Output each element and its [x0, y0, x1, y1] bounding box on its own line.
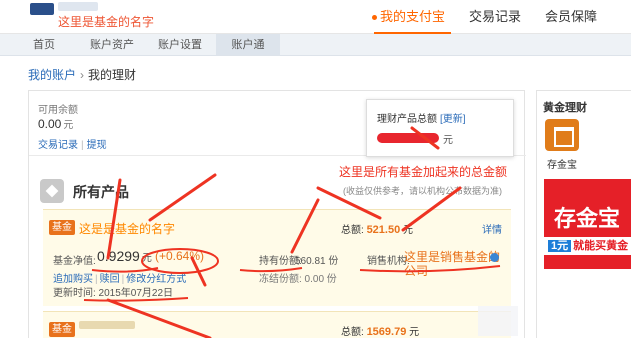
- bank-icon[interactable]: [545, 119, 579, 151]
- nav-label: 基金净值:: [53, 256, 96, 267]
- username-redacted: [58, 2, 98, 11]
- fund-actions: 追加购买 | 赎回 | 修改分红方式: [53, 270, 186, 285]
- promo-banner[interactable]: 存金宝 1元 就能买黄金: [544, 179, 631, 269]
- total-card-title: 理财产品总额 [更新]: [377, 110, 466, 125]
- banner-title: 存金宝: [554, 206, 621, 231]
- subnav-settings[interactable]: 账户设置: [148, 34, 212, 55]
- subnav-account-pass[interactable]: 账户通: [216, 34, 280, 55]
- fund-tag: 基金: [49, 220, 75, 235]
- fund-row: 基金 这是是基金的名字 总额: 521.50 元 详情 基金净值: 0.9299…: [43, 209, 511, 306]
- total-unit: 元: [443, 135, 453, 146]
- breadcrumb-current: 我的理财: [88, 68, 137, 82]
- nav-value: 0.9299 元: [97, 248, 152, 264]
- nav-my-alipay[interactable]: 我的支付宝: [368, 0, 457, 34]
- balance-label: 可用余额: [38, 105, 78, 116]
- breadcrumb-my-account[interactable]: 我的账户: [28, 68, 76, 82]
- total-annotation: 这里是所有基金加起来的总金额: [339, 165, 508, 179]
- products-title: 所有产品: [73, 184, 129, 200]
- frozen-shares: 冻结份额: 0.00 份: [259, 274, 337, 285]
- nav-label: 交易记录: [469, 9, 522, 24]
- sidebar-gold: 黄金理财 存金宝 存金宝 1元 就能买黄金: [536, 90, 631, 338]
- banner-subtitle: 1元 就能买黄金: [544, 237, 631, 255]
- alipay-logo[interactable]: [30, 3, 54, 15]
- nav-change: (+0.64%): [155, 249, 205, 263]
- withdraw-link[interactable]: 提现: [87, 140, 107, 151]
- blur-patch: [478, 306, 518, 336]
- nav-member-protection[interactable]: 会员保障: [533, 0, 609, 34]
- share-value: 560.81 份: [295, 256, 339, 267]
- nav-label: 会员保障: [545, 9, 598, 24]
- fund-row: 基金 总额: 1569.79 元: [43, 311, 511, 338]
- active-dot-icon: [372, 15, 377, 20]
- sub-nav: 首页 账户资产 账户设置 账户通: [0, 34, 631, 56]
- transactions-link[interactable]: 交易记录: [38, 140, 78, 151]
- subnav-home[interactable]: 首页: [12, 34, 76, 55]
- total-label: 总额:: [341, 327, 364, 338]
- balance-amount: 0.00: [38, 117, 62, 131]
- fund-total: 总额: 521.50 元: [341, 221, 413, 236]
- refresh-link[interactable]: [更新]: [440, 114, 466, 125]
- nav-unit: 元: [141, 253, 152, 264]
- total-label: 总额:: [341, 225, 364, 236]
- total-title: 理财产品总额: [377, 114, 437, 125]
- fund-detail-link[interactable]: 详情: [482, 221, 502, 236]
- nav-transactions[interactable]: 交易记录: [457, 0, 533, 34]
- total-value: 521.50: [366, 224, 401, 236]
- total-value: 1569.79: [366, 326, 407, 338]
- products-note: (收益仅供参考，请以机构公布数据为准): [343, 186, 502, 196]
- top-header: 这里是基金的名字 我的支付宝 交易记录 会员保障: [0, 0, 631, 34]
- fund-tag: 基金: [49, 322, 75, 337]
- balance-links: 交易记录 | 提现: [38, 136, 107, 151]
- divider: |: [81, 140, 84, 151]
- top-nav: 我的支付宝 交易记录 会员保障: [368, 0, 609, 34]
- banner-text: 就能买黄金: [573, 240, 629, 252]
- subnav-assets[interactable]: 账户资产: [80, 34, 144, 55]
- nav-label: 我的支付宝: [380, 9, 446, 24]
- balance-value: 0.00 元: [38, 116, 73, 131]
- breadcrumb-separator: ›: [80, 68, 85, 82]
- products-box-icon: [40, 179, 64, 203]
- main-panel: 可用余额 0.00 元 交易记录 | 提现 理财产品总额 [更新] 元 这里是所有基金加…: [28, 90, 526, 338]
- org-annotation: 这里是销售基金的公司: [404, 250, 501, 278]
- nav-amount: 0.9299: [97, 248, 140, 264]
- total-unit: 元: [409, 327, 420, 338]
- fund-name-annotation: 这是是基金的名字: [79, 222, 176, 236]
- fund-total: 总额: 1569.79 元: [341, 323, 419, 338]
- update-time: 更新时间: 2015年07月22日: [53, 288, 174, 299]
- banner-highlight: 1元: [548, 240, 572, 252]
- sidebar-title: 黄金理财: [543, 102, 587, 114]
- total-amount-redacted: [377, 133, 439, 143]
- breadcrumb: 我的账户 › 我的理财: [28, 66, 136, 83]
- info-icon[interactable]: [490, 253, 499, 262]
- total-unit: 元: [403, 225, 413, 236]
- fund-name-redacted: [79, 321, 135, 329]
- account-annotation: 这里是基金的名字: [58, 15, 155, 29]
- balance-unit: 元: [63, 120, 74, 131]
- total-card: 理财产品总额 [更新] 元: [366, 99, 514, 157]
- sidebar-product[interactable]: 存金宝: [547, 156, 577, 171]
